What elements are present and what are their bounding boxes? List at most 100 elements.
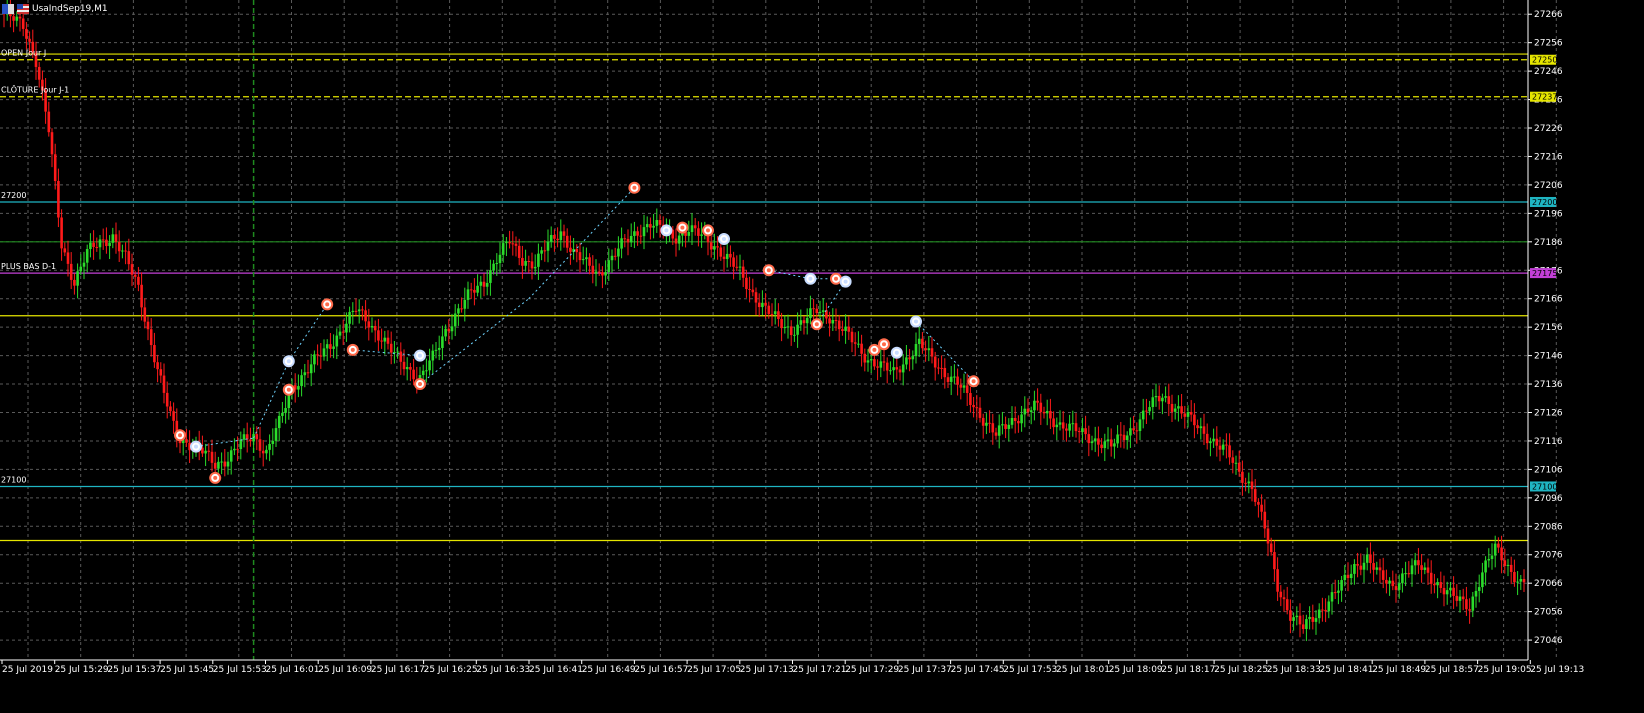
candle-body <box>799 320 803 325</box>
candle-body <box>655 220 659 226</box>
candle-body <box>476 285 479 293</box>
candle-body <box>1477 587 1481 591</box>
trade-link <box>768 269 811 280</box>
candle-body <box>690 225 694 233</box>
candlestick-chart[interactable]: 2726627256272462723627226272162720627196… <box>0 0 1644 709</box>
marker-dot <box>325 302 330 307</box>
candle-body <box>1385 579 1388 584</box>
candle-body <box>1205 433 1209 444</box>
candle-body <box>777 311 780 320</box>
price-tag-label: 27237 <box>1532 93 1557 102</box>
candle-body <box>268 443 271 450</box>
candle-body <box>741 266 745 278</box>
price-tick-label: 27096 <box>1534 494 1563 504</box>
candle-body <box>146 321 150 330</box>
candle-body <box>255 434 259 440</box>
price-tick-label: 27116 <box>1534 437 1563 447</box>
candle-body <box>927 348 931 351</box>
marker-dot <box>872 347 877 352</box>
candle-body <box>1042 411 1046 414</box>
candle-body <box>1420 565 1423 570</box>
candle-body <box>335 335 339 347</box>
candle-body <box>380 340 383 342</box>
candle-body <box>1330 592 1334 602</box>
candle-body <box>82 262 86 267</box>
candle-body <box>1362 562 1366 570</box>
candle-body <box>853 342 857 344</box>
candle-body <box>533 266 537 269</box>
price-tick-label: 27246 <box>1534 67 1563 77</box>
candle-body <box>1100 444 1103 449</box>
candle-body <box>1129 428 1132 436</box>
candle-body <box>249 439 252 442</box>
candle-body <box>1132 428 1135 431</box>
candle-body <box>258 439 262 451</box>
candle-body <box>559 231 563 241</box>
candle-body <box>924 348 927 351</box>
candle-body <box>162 375 166 393</box>
candle-body <box>770 313 774 315</box>
time-tick-label: 25 Jul 16:17 <box>371 665 425 675</box>
candle-body <box>607 260 611 273</box>
candle-body <box>223 461 227 467</box>
time-tick-label: 25 Jul 18:49 <box>1372 665 1426 675</box>
candle-body <box>1109 439 1113 447</box>
candle-body <box>489 270 492 283</box>
candle-body <box>757 302 761 308</box>
candle-body <box>1039 402 1043 412</box>
candle-body <box>588 257 591 266</box>
time-tick-label: 25 Jul 18:41 <box>1320 665 1374 675</box>
candle-body <box>1045 410 1049 414</box>
candle-body <box>399 351 403 362</box>
time-tick-label: 25 Jul 2019 <box>2 665 53 675</box>
candle-body <box>725 253 729 259</box>
candle-body <box>1375 567 1379 570</box>
candle-body <box>1333 592 1337 594</box>
candle-body <box>626 238 630 243</box>
candle-body <box>713 246 716 250</box>
price-tick-label: 27256 <box>1534 39 1563 49</box>
candle-body <box>652 225 655 228</box>
time-tick-label: 25 Jul 17:29 <box>845 665 899 675</box>
candle-body <box>1500 547 1503 561</box>
candle-body <box>101 239 105 241</box>
marker-dot <box>286 387 291 392</box>
candle-body <box>495 263 499 265</box>
marker-dot <box>418 353 422 358</box>
price-tick-label: 27056 <box>1534 608 1563 618</box>
candle-body <box>562 231 566 236</box>
candle-body <box>748 289 751 291</box>
candle-body <box>1215 438 1219 446</box>
price-tick-label: 27156 <box>1534 323 1563 333</box>
time-tick-label: 25 Jul 18:09 <box>1109 665 1163 675</box>
candle-body <box>789 326 793 336</box>
candle-body <box>1314 618 1318 622</box>
candle-body <box>658 220 662 225</box>
candle-body <box>1221 444 1225 450</box>
candle-body <box>1170 403 1174 412</box>
candle-body <box>1343 574 1347 581</box>
candle-body <box>185 439 188 443</box>
candle-body <box>869 359 873 361</box>
candle-body <box>98 239 102 248</box>
chart-area[interactable]: 2726627256272462723627226272162720627196… <box>0 0 1644 709</box>
level-label: 27100 <box>1 475 26 484</box>
candle-body <box>1161 397 1164 402</box>
candle-body <box>354 310 358 312</box>
candle-body <box>1183 413 1187 417</box>
candle-body <box>530 261 534 269</box>
candle-body <box>338 331 342 336</box>
candle-body <box>988 422 991 424</box>
candle-body <box>233 448 236 451</box>
candle-body <box>210 451 214 463</box>
candle-body <box>1234 462 1238 464</box>
candle-body <box>527 260 531 262</box>
candle-body <box>284 408 287 413</box>
candle-body <box>1266 528 1270 544</box>
candle-body <box>1148 407 1151 412</box>
candle-body <box>1295 615 1299 618</box>
candle-body <box>1442 587 1446 595</box>
candle-body <box>1001 424 1004 426</box>
candle-body <box>591 265 595 274</box>
candle-body <box>140 284 143 308</box>
